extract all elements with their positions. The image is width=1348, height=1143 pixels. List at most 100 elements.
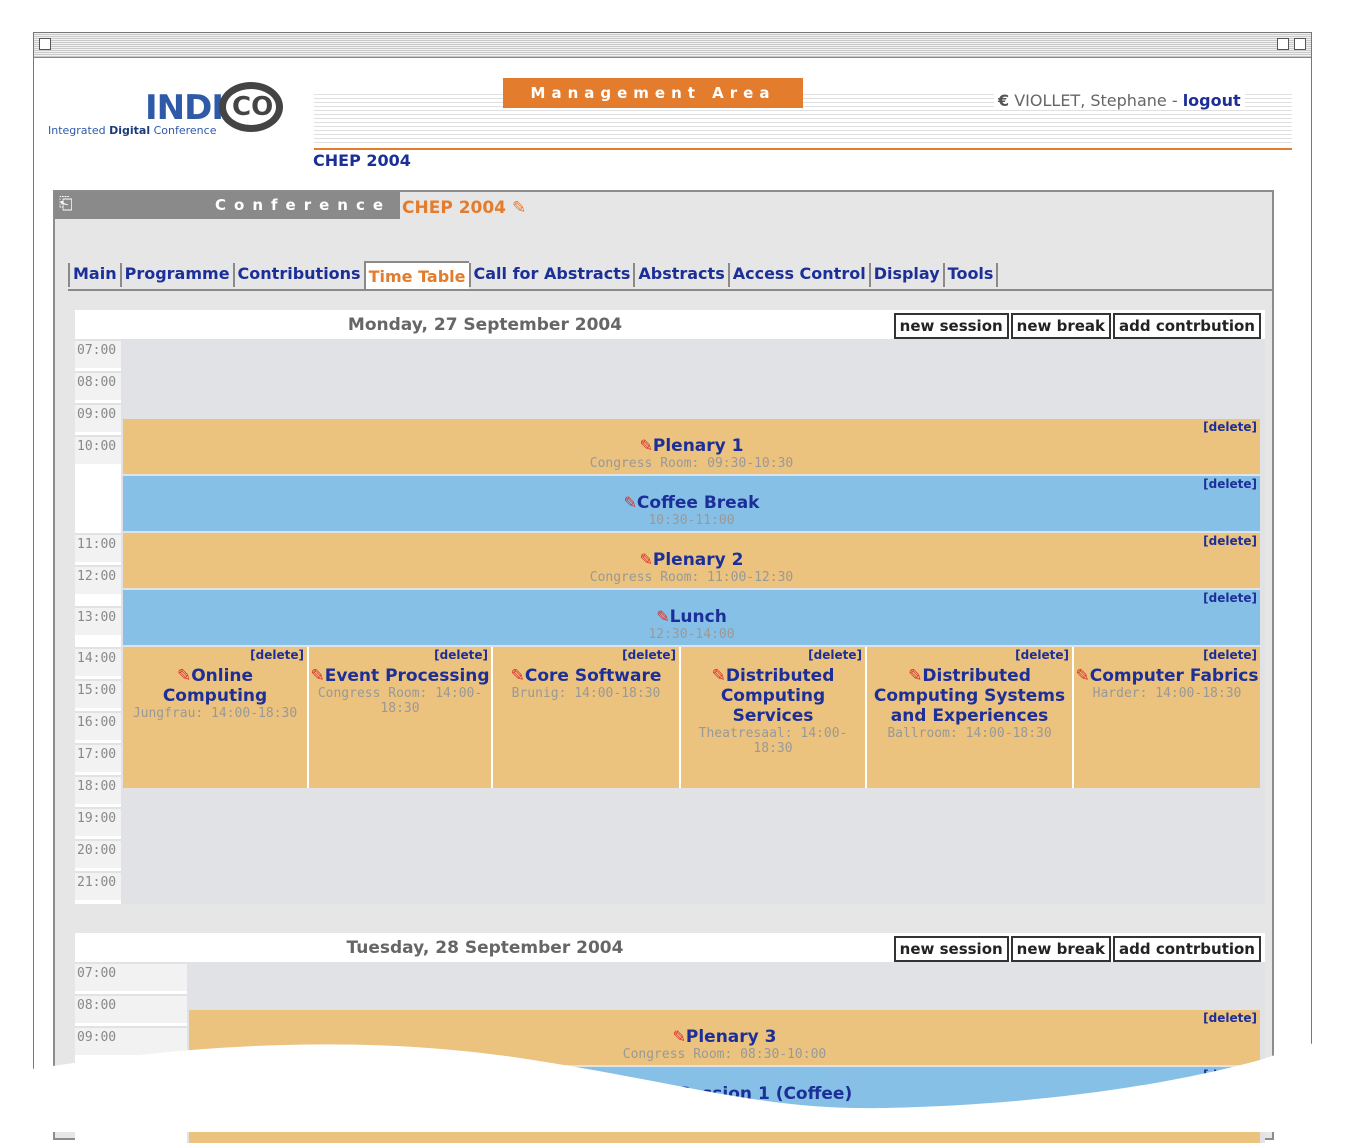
conference-bar: ⎗ Conference	[55, 192, 400, 219]
edit-icon[interactable]: ✎	[624, 493, 637, 512]
edit-icon[interactable]: ✎	[310, 666, 324, 686]
delete-link[interactable]: [delete]	[434, 648, 488, 662]
edit-icon[interactable]: ✎	[177, 666, 191, 686]
tab-time-table[interactable]: Time Table	[363, 261, 469, 289]
collapse-box-icon[interactable]	[1294, 38, 1306, 50]
tab-access-control[interactable]: Access Control	[727, 263, 869, 287]
delete-link[interactable]: [delete]	[1203, 477, 1257, 491]
conference-title-link[interactable]: CHEP 2004	[313, 151, 411, 170]
tab-bar: Main Programme Contributions Time Table …	[68, 261, 999, 289]
edit-icon[interactable]: ✎	[512, 198, 526, 218]
session-title[interactable]: Distributed Computing Systems and Experi…	[874, 666, 1065, 726]
edit-icon[interactable]: ✎	[656, 607, 669, 626]
edit-icon[interactable]: ✎	[908, 666, 922, 686]
logo-circle-icon: CO	[219, 82, 283, 132]
delete-link[interactable]: [delete]	[1203, 591, 1257, 605]
session-column[interactable]: [delete] ✎Distributed Computing Systems …	[867, 647, 1074, 788]
hour-label: 11:00	[75, 533, 121, 562]
session-subtitle: Harder: 14:00-18:30	[1092, 686, 1242, 701]
break-title[interactable]: Poster Session 1 (Coffee)	[610, 1084, 852, 1104]
delete-link[interactable]: [delete]	[1015, 648, 1069, 662]
tab-contributions[interactable]: Contributions	[232, 263, 364, 287]
session-block[interactable]: [delete] ✎Plenary 3 Congress Room: 08:30…	[189, 1010, 1260, 1065]
session-subtitle: Theatresaal: 14:00-18:30	[698, 726, 848, 756]
hour-label: 21:00	[75, 871, 121, 900]
session-column[interactable]: [delete] ✎Online Computing Jungfrau: 14:…	[123, 647, 309, 788]
edit-icon[interactable]: ✎	[1075, 666, 1089, 686]
day-title: Tuesday, 28 September 2004	[346, 938, 624, 958]
session-column[interactable]: [delete] ✎Computer Fabrics Harder: 14:00…	[1074, 647, 1260, 788]
delete-link[interactable]: [delete]	[808, 648, 862, 662]
break-title[interactable]: Lunch	[670, 607, 727, 627]
hour-label: 07:00	[75, 339, 121, 368]
delete-link[interactable]: [delete]	[1203, 1011, 1257, 1025]
tab-call-for-abstracts[interactable]: Call for Abstracts	[468, 263, 634, 287]
edit-icon[interactable]: ✎	[639, 550, 652, 569]
break-block[interactable]: [delete] ✎Poster Session 1 (Coffee) 10:0…	[189, 1067, 1260, 1122]
delete-link[interactable]: [delete]	[1203, 420, 1257, 434]
zoom-box-icon[interactable]	[1277, 38, 1289, 50]
session-subtitle: Congress Room: 11:00-12:30	[589, 570, 794, 585]
session-title[interactable]: Computer Fabrics	[1090, 666, 1259, 686]
tab-abstracts[interactable]: Abstracts	[633, 263, 727, 287]
tab-display[interactable]: Display	[868, 263, 943, 287]
session-title[interactable]: Event Processing	[325, 666, 490, 686]
delete-link[interactable]: [delete]	[1203, 534, 1257, 548]
new-session-button[interactable]: new session	[893, 313, 1009, 339]
break-title[interactable]: Coffee Break	[637, 493, 760, 513]
day-title: Monday, 27 September 2004	[347, 315, 623, 335]
session-column[interactable]: [delete] ✎Distributed Computing Services…	[681, 647, 867, 788]
day-header: Tuesday, 28 September 2004 new session ne…	[75, 933, 1265, 962]
day-actions: new session new break add contrbution	[892, 313, 1261, 339]
edit-icon[interactable]: ✎	[672, 1027, 685, 1046]
edit-icon[interactable]: ✎	[712, 666, 726, 686]
logo-text: INDI	[145, 88, 224, 128]
new-break-button[interactable]: new break	[1010, 936, 1112, 962]
add-contribution-button[interactable]: add contrbution	[1113, 936, 1261, 962]
break-subtitle: 12:30-14:00	[648, 627, 735, 642]
hour-label: 09:00	[75, 1026, 187, 1055]
management-area-banner: Management Area	[503, 78, 803, 108]
tab-tools[interactable]: Tools	[942, 263, 999, 287]
delete-link[interactable]: [delete]	[622, 648, 676, 662]
back-edit-icon[interactable]: ⎗	[59, 194, 73, 214]
hour-label: 13:00	[75, 606, 121, 635]
break-block[interactable]: [delete] ✎Coffee Break 10:30-11:00	[123, 476, 1260, 531]
hour-label: 17:00	[75, 743, 121, 772]
window-titlebar[interactable]	[34, 33, 1311, 58]
session-title[interactable]: Distributed Computing Services	[721, 666, 835, 726]
edit-icon[interactable]: ✎	[597, 1084, 610, 1103]
session-title[interactable]: Plenary 1	[653, 436, 744, 456]
session-block[interactable]	[189, 1124, 1260, 1143]
session-subtitle: Brunig: 14:00-18:30	[511, 686, 661, 701]
delete-link[interactable]: [delete]	[1203, 1068, 1257, 1082]
tabs-underline	[68, 289, 1274, 291]
tab-programme[interactable]: Programme	[119, 263, 233, 287]
indico-logo[interactable]: INDI CO Integrated Digital Conference	[48, 82, 303, 138]
session-title[interactable]: Core Software	[525, 666, 662, 686]
new-session-button[interactable]: new session	[893, 936, 1009, 962]
user-info: € VIOLLET, Stephane - logout	[994, 91, 1245, 110]
session-title[interactable]: Plenary 2	[653, 550, 744, 570]
break-block[interactable]: [delete] ✎Lunch 12:30-14:00	[123, 590, 1260, 645]
day-timetable-tuesday: Tuesday, 28 September 2004 new session ne…	[75, 933, 1265, 1143]
hour-label: 16:00	[75, 711, 121, 740]
logout-link[interactable]: logout	[1183, 91, 1241, 110]
new-break-button[interactable]: new break	[1010, 313, 1112, 339]
session-block[interactable]: [delete] ✎Plenary 2 Congress Room: 11:00…	[123, 533, 1260, 588]
add-contribution-button[interactable]: add contrbution	[1113, 313, 1261, 339]
delete-link[interactable]: [delete]	[1203, 648, 1257, 662]
delete-link[interactable]: [delete]	[250, 648, 304, 662]
day-actions: new session new break add contrbution	[892, 936, 1261, 962]
session-subtitle: Jungfrau: 14:00-18:30	[132, 706, 298, 721]
management-panel: ⎗ Conference CHEP 2004 ✎ Main Programme …	[53, 190, 1274, 1143]
session-subtitle: Congress Room: 08:30-10:00	[622, 1047, 827, 1062]
edit-icon[interactable]: ✎	[511, 666, 525, 686]
tab-main[interactable]: Main	[68, 263, 120, 287]
session-block[interactable]: [delete] ✎Plenary 1 Congress Room: 09:30…	[123, 419, 1260, 474]
session-column[interactable]: [delete] ✎Event Processing Congress Room…	[309, 647, 493, 788]
session-title[interactable]: Plenary 3	[686, 1027, 777, 1047]
close-box-icon[interactable]	[39, 38, 51, 50]
session-column[interactable]: [delete] ✎Core Software Brunig: 14:00-18…	[493, 647, 681, 788]
edit-icon[interactable]: ✎	[639, 436, 652, 455]
